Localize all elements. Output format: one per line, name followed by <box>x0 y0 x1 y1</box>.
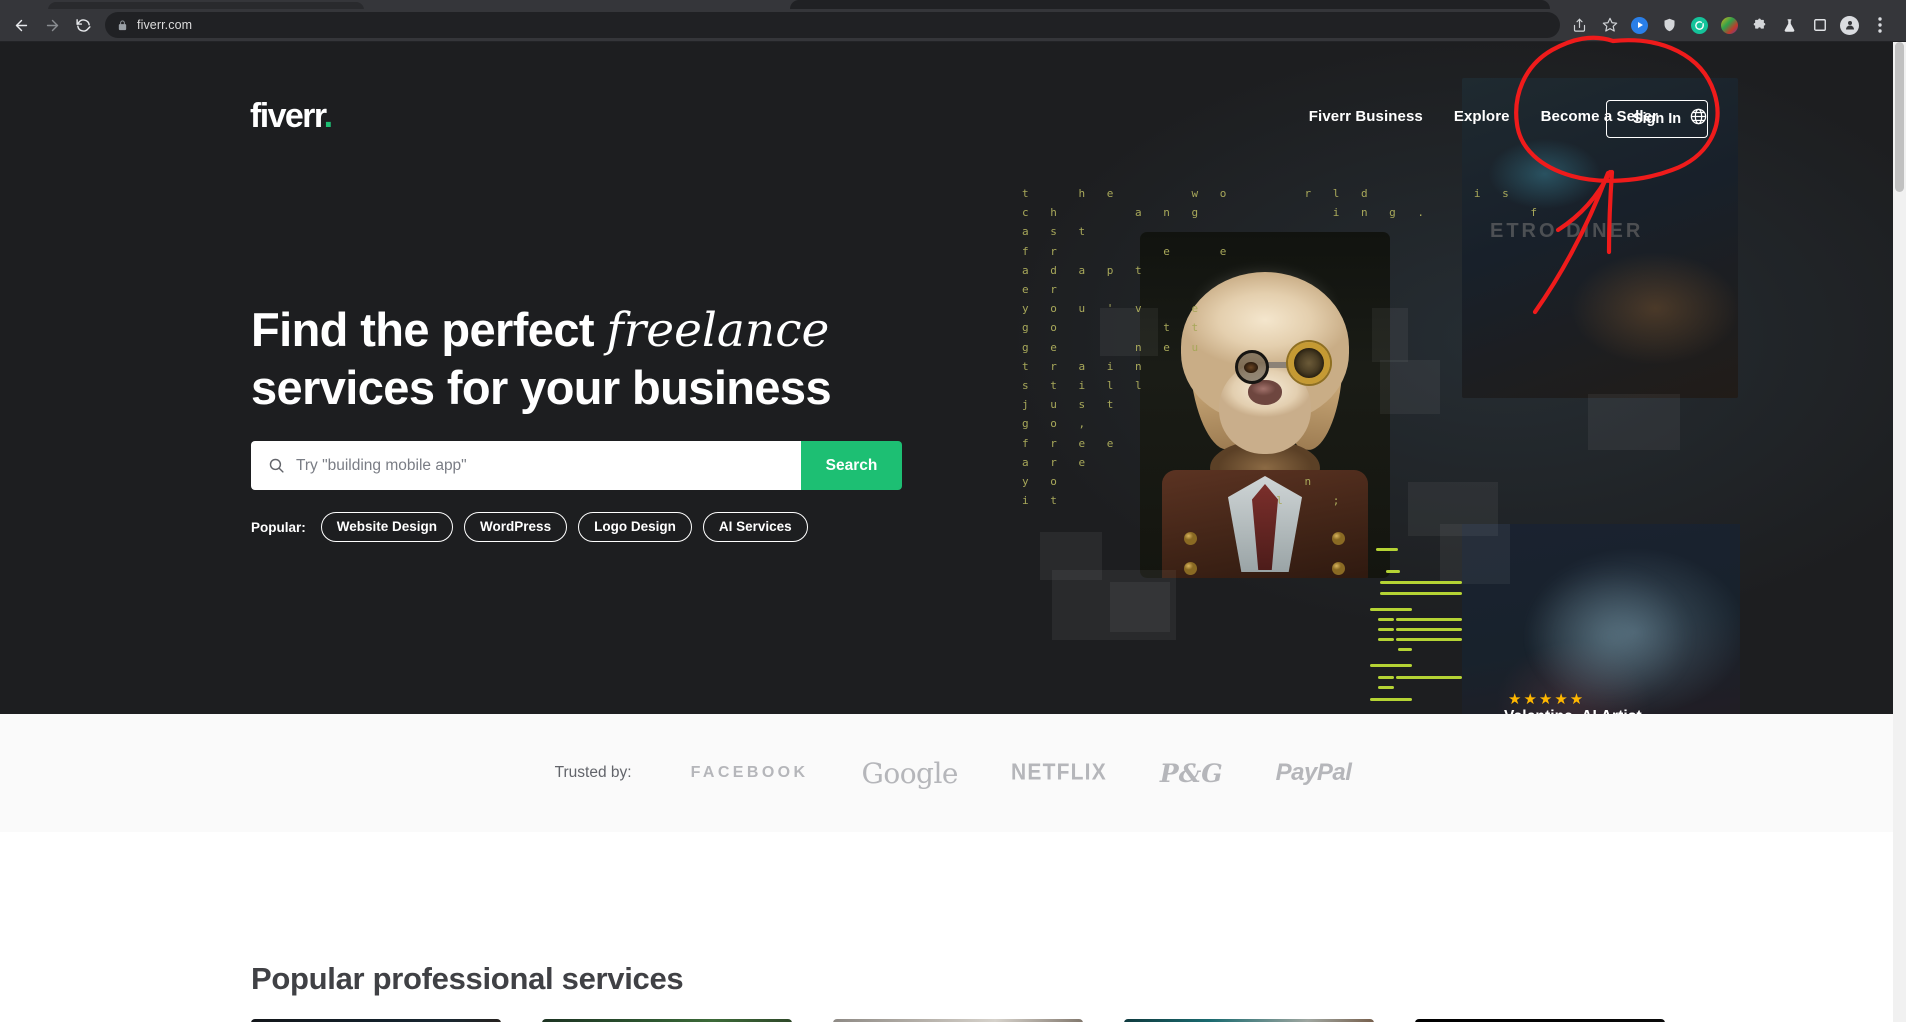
popular-tag-website-design[interactable]: Website Design <box>320 512 454 542</box>
vertical-scrollbar[interactable] <box>1893 42 1906 1022</box>
popular-tag-ai-services[interactable]: AI Services <box>702 512 808 542</box>
colorzilla-icon[interactable] <box>1716 12 1743 39</box>
headline-part-2: services for your business <box>251 361 832 414</box>
popular-tags-row: Popular: Website Design WordPress Logo D… <box>251 512 808 542</box>
trusted-by-label: Trusted by: <box>554 764 632 781</box>
sidepanel-icon[interactable] <box>1806 12 1833 39</box>
popular-tag-logo-design[interactable]: Logo Design <box>578 512 692 542</box>
collage-tile <box>1650 394 1680 450</box>
browser-toolbar: fiverr.com <box>0 9 1906 42</box>
nav-item-fiverr-business[interactable]: Fiverr Business <box>1309 108 1423 125</box>
bookmark-star-icon[interactable] <box>1596 12 1623 39</box>
search-icon <box>268 457 285 474</box>
headline-italic-word: freelance <box>606 303 830 358</box>
search-button[interactable]: Search <box>801 441 902 490</box>
back-arrow-icon[interactable] <box>6 10 37 41</box>
browser-tab[interactable] <box>48 2 364 9</box>
collage-tile <box>1372 308 1408 362</box>
search-field-wrapper[interactable] <box>251 441 801 490</box>
popular-tag-wordpress[interactable]: WordPress <box>464 512 568 542</box>
logo-google: Google <box>861 756 958 790</box>
page-viewport: ETRO DINER t h e w o r l c h a n g i a s… <box>0 42 1906 1022</box>
hero-section: ETRO DINER t h e w o r l c h a n g i a s… <box>0 42 1906 714</box>
extension-blue-icon[interactable] <box>1626 12 1653 39</box>
browser-tab-active[interactable] <box>790 0 1550 9</box>
puzzle-extensions-icon[interactable] <box>1746 12 1773 39</box>
collage-tile <box>1588 394 1650 450</box>
profile-avatar-icon[interactable] <box>1836 12 1863 39</box>
trusted-by-bar: Trusted by: FACEBOOK Google NETFLIX P&G … <box>0 714 1906 832</box>
shield-icon[interactable] <box>1656 12 1683 39</box>
tab-strip[interactable] <box>0 0 1906 9</box>
hero-search-bar: Search <box>251 441 902 490</box>
three-dot-menu-icon[interactable] <box>1866 12 1893 39</box>
lock-icon <box>117 19 128 32</box>
logo-netflix: NETFLIX <box>1011 759 1107 786</box>
collage-tile <box>1380 360 1440 414</box>
logo-pg: P&G <box>1159 758 1223 788</box>
address-bar[interactable]: fiverr.com <box>105 12 1560 38</box>
logo-text: fiverr <box>250 97 325 135</box>
logo-paypal: PayPal <box>1275 759 1352 786</box>
share-icon[interactable] <box>1566 12 1593 39</box>
headline-part-1: Find the perfect <box>251 303 607 356</box>
popular-label: Popular: <box>251 519 306 535</box>
hero-headline: Find the perfect freelance services for y… <box>251 301 931 416</box>
sign-in-button[interactable]: Sign In <box>1606 100 1708 138</box>
browser-window: fiverr.com ETRO DINER t h e w o r l c h … <box>0 0 1906 1022</box>
collage-tile <box>1052 570 1176 640</box>
code-lines-graphic <box>1368 528 1568 708</box>
forward-arrow-icon[interactable] <box>37 10 68 41</box>
toolbar-icon-group <box>1566 12 1893 39</box>
section-title: Popular professional services <box>251 961 684 996</box>
fiverr-logo[interactable]: fiverr. <box>250 97 333 136</box>
lab-flask-icon[interactable] <box>1776 12 1803 39</box>
logo-facebook: FACEBOOK <box>690 764 809 781</box>
search-input[interactable] <box>296 456 801 475</box>
grammarly-icon[interactable] <box>1686 12 1713 39</box>
url-text: fiverr.com <box>137 18 193 32</box>
site-header: fiverr. Fiverr Business Explore Become a… <box>0 42 1906 138</box>
reload-icon[interactable] <box>68 10 99 41</box>
logo-dot: . <box>323 97 333 135</box>
rating-stars: ★★★★★ <box>1508 691 1586 708</box>
nav-item-explore[interactable]: Explore <box>1454 108 1510 125</box>
artist-credit: Valentina, AI Artist <box>1504 708 1642 714</box>
hero-overlay-code-text: t h e w o r l d i s c h a n g i n g . f … <box>1022 187 1537 508</box>
diner-sign-text: ETRO DINER <box>1490 220 1644 242</box>
